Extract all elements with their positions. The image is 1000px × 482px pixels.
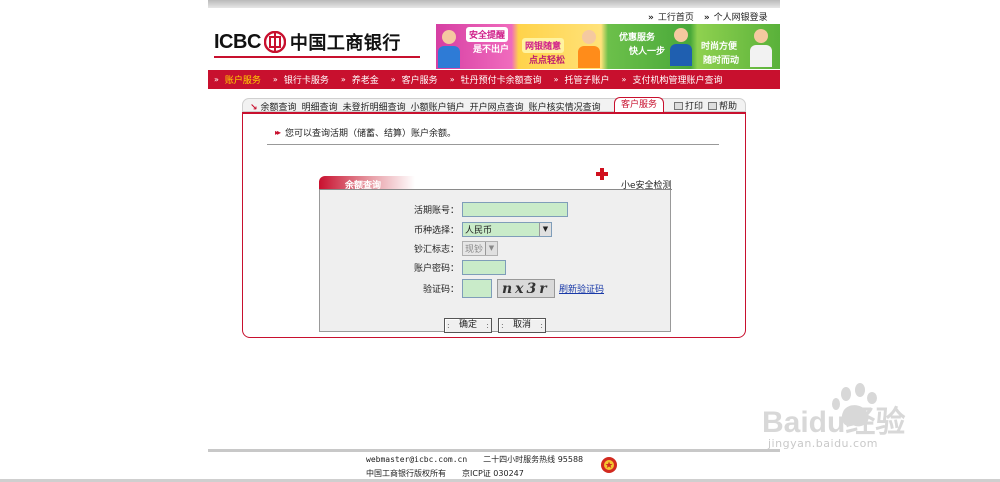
person-body-icon <box>578 46 600 68</box>
nav-item-custody-subaccount[interactable]: » 托管子账户 <box>548 70 616 89</box>
divider <box>267 144 719 145</box>
person-figure-icon <box>674 28 688 42</box>
notice-text: 您可以查询活期（储蓄、结算）账户余额。 <box>285 129 457 139</box>
double-chevron-icon: » <box>703 13 710 23</box>
captcha-label: 验证码： <box>422 284 459 295</box>
top-links: » 工行首页 » 个人网银登录 <box>648 10 768 23</box>
tab-customer-service[interactable]: 客户服务 <box>614 97 664 112</box>
form-header: 余额查询 <box>319 176 671 191</box>
icbc-emblem-icon <box>263 31 286 53</box>
password-label: 账户密码： <box>413 263 459 274</box>
sub-tabs: ↘ 余额查询 明细查询 未登折明细查询 小额账户销户 开户网点查询 账户核实情况查… <box>242 97 746 113</box>
account-number-input[interactable] <box>462 201 568 217</box>
cash-flag-select[interactable]: 现钞 ▼ <box>462 240 498 256</box>
balance-query-form: 余额查询 活期账号： 币种选择： 人民币 ▼ 钞汇标志： 现钞 ▼ 账户密码： … <box>319 176 671 333</box>
promo-banner[interactable]: 安全提醒 是不出户 网银随意 点点轻松 优惠服务 快人一步 时尚方便 随时而动 <box>436 24 780 69</box>
double-chevron-icon: » <box>621 75 627 84</box>
banner-ad1-line2: 是不出户 <box>473 45 510 55</box>
footer-line <box>208 449 780 452</box>
captcha-image: nx3r <box>497 278 555 298</box>
help-button[interactable]: 帮助 <box>708 99 737 112</box>
banner-ad4-line1: 时尚方便 <box>701 42 738 52</box>
notice: ▸▸ 您可以查询活期（储蓄、结算）账户余额。 <box>275 126 456 139</box>
person-body-icon <box>670 44 692 66</box>
watermark-brand: Baidu经验 <box>762 405 905 439</box>
form-body: 活期账号： 币种选择： 人民币 ▼ 钞汇标志： 现钞 ▼ 账户密码： 验证码： … <box>319 190 671 333</box>
footer: webmaster@icbc.com.cn 二十四小时服务热线 95588 中国… <box>366 453 583 481</box>
top-link-home[interactable]: » 工行首页 <box>648 10 694 23</box>
footer-row-1: webmaster@icbc.com.cn 二十四小时服务热线 95588 <box>366 453 583 467</box>
page: » 工行首页 » 个人网银登录 ICBC 中国工商银行 安全提醒 是不出户 网银随意… <box>0 0 1000 482</box>
captcha-input[interactable] <box>462 278 492 298</box>
dropdown-arrow-icon: ▼ <box>539 222 551 236</box>
nav-item-payment-institution[interactable]: » 支付机构管理账户查询 <box>616 70 729 89</box>
currency-selected-value: 人民币 <box>465 225 493 236</box>
banner-ad1-line1: 安全提醒 <box>466 27 509 42</box>
cancel-button[interactable]: 取消 <box>498 318 546 333</box>
banner-ad-service[interactable]: 优惠服务 快人一步 <box>608 24 694 69</box>
person-figure-icon <box>754 29 768 43</box>
row-account: 活期账号： <box>320 201 568 217</box>
banner-ad-security[interactable]: 安全提醒 是不出户 <box>436 24 522 69</box>
banner-ad2-line2: 点点轻松 <box>529 56 566 66</box>
hotline-text: 二十四小时服务热线 95588 <box>483 455 584 464</box>
double-chevron-icon: » <box>340 75 346 84</box>
banner-ad3-line1: 优惠服务 <box>619 33 656 43</box>
police-badge-icon[interactable] <box>600 456 618 474</box>
person-body-icon <box>750 45 772 67</box>
dropdown-arrow-icon: ▼ <box>485 241 497 255</box>
top-gray-bar <box>208 0 780 8</box>
row-password: 账户密码： <box>320 259 506 275</box>
banner-ad3-line2: 快人一步 <box>629 47 666 57</box>
cash-flag-label: 钞汇标志： <box>413 244 459 255</box>
double-chevron-icon: » <box>390 75 396 84</box>
double-chevron-icon: » <box>648 13 654 23</box>
currency-label: 币种选择： <box>413 225 459 236</box>
refresh-captcha-link[interactable]: 刷新验证码 <box>559 282 604 295</box>
row-captcha: 验证码： nx3r 刷新验证码 <box>320 278 604 298</box>
account-label: 活期账号： <box>413 205 459 216</box>
confirm-button[interactable]: 确定 <box>444 318 492 333</box>
icbc-logo[interactable]: ICBC 中国工商银行 <box>214 28 401 56</box>
person-figure-icon <box>442 30 456 44</box>
double-chevron-icon: » <box>449 75 455 84</box>
watermark-url: jingyan.baidu.com <box>768 437 879 450</box>
webmaster-email-link[interactable]: webmaster@icbc.com.cn <box>366 453 467 467</box>
row-cash-flag: 钞汇标志： 现钞 ▼ <box>320 240 498 256</box>
form-actions: 确定 取消 <box>444 318 546 333</box>
printer-icon <box>674 101 683 110</box>
password-input[interactable] <box>462 259 506 275</box>
banner-ad4-line2: 随时而动 <box>703 56 740 66</box>
double-chevron-icon: » <box>214 75 219 84</box>
cash-flag-selected-value: 现钞 <box>465 244 484 255</box>
person-body-icon <box>438 46 460 68</box>
nav-item-customer-service[interactable]: » 客户服务 <box>385 70 444 89</box>
content-panel: ▸▸ 您可以查询活期（储蓄、结算）账户余额。 小e安全检测 余额查询 活期账号：… <box>242 112 746 338</box>
top-link-personal-login[interactable]: » 个人网银登录 <box>703 10 768 23</box>
nav-item-prepaid-card-balance[interactable]: » 牡丹预付卡余额查询 <box>444 70 548 89</box>
nav-item-card-services[interactable]: » 银行卡服务 <box>267 70 335 89</box>
logo-underline <box>214 56 420 58</box>
banner-ad-mobile[interactable]: 时尚方便 随时而动 <box>694 24 780 69</box>
banner-ad-online[interactable]: 网银随意 点点轻松 <box>522 24 608 69</box>
currency-select[interactable]: 人民币 ▼ <box>462 221 552 237</box>
nav-item-account-services[interactable]: » 账户服务 <box>208 70 267 89</box>
banner-ad2-line1: 网银随意 <box>522 38 565 53</box>
logo-latin-text: ICBC <box>214 30 261 53</box>
main-nav: » 账户服务 » 银行卡服务 » 养老金 » 客户服务 » 牡丹预付卡余额查询 » 托管子账… <box>208 70 780 89</box>
logo-chinese-text: 中国工商银行 <box>289 33 401 54</box>
nav-item-pension[interactable]: » 养老金 <box>335 70 385 89</box>
row-currency: 币种选择： 人民币 ▼ <box>320 221 552 237</box>
triangle-arrows-icon: ▸▸ <box>275 128 281 137</box>
double-chevron-icon: » <box>553 75 559 84</box>
person-figure-icon <box>582 30 596 44</box>
double-chevron-icon: » <box>272 75 278 84</box>
help-icon <box>708 101 717 110</box>
print-button[interactable]: 打印 <box>674 99 703 112</box>
